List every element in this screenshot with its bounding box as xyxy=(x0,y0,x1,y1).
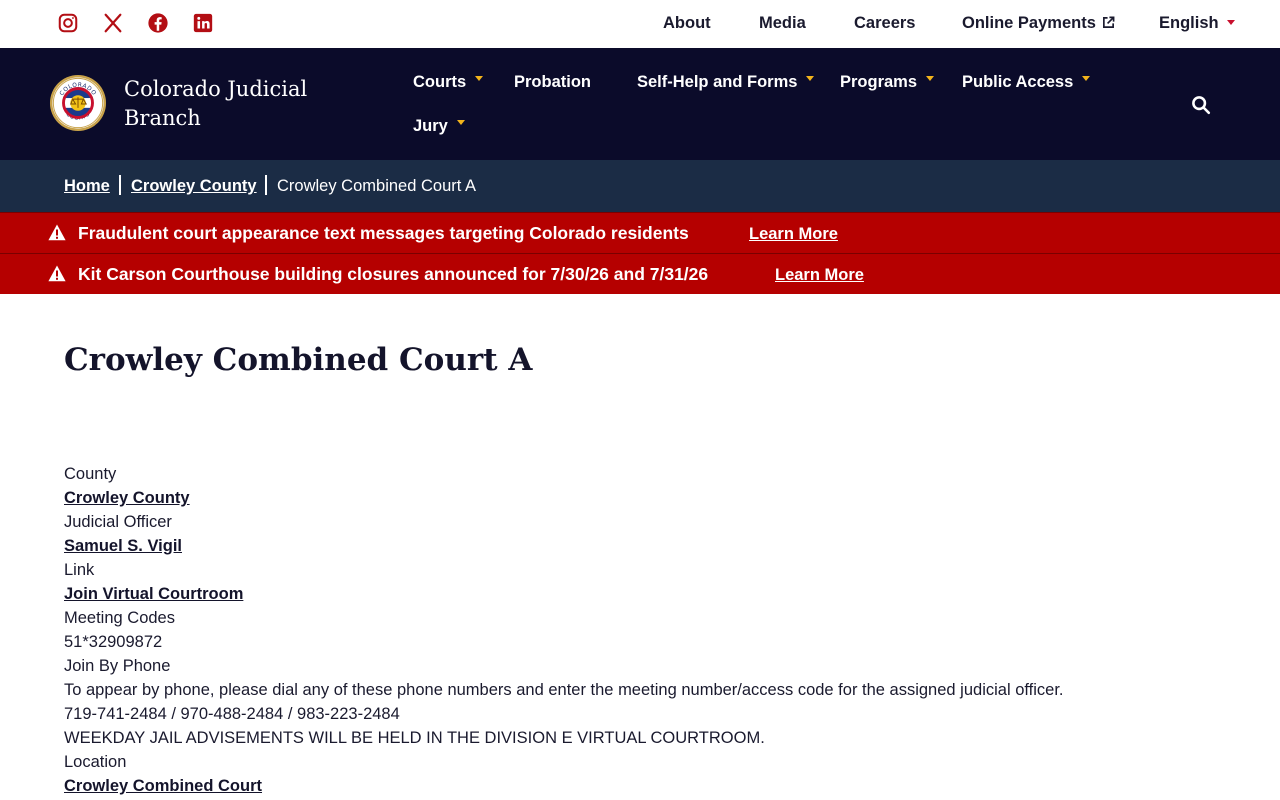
online-payments-link[interactable]: Online Payments xyxy=(962,14,1115,33)
alert-learn-more-link[interactable]: Learn More xyxy=(775,266,864,285)
language-selector[interactable]: English xyxy=(1159,14,1235,33)
county-link[interactable]: Crowley County xyxy=(64,486,1244,510)
nav-courts[interactable]: Courts xyxy=(413,73,484,92)
chevron-down-icon xyxy=(1082,76,1091,81)
breadcrumb-current: Crowley Combined Court A xyxy=(277,177,476,195)
linkedin-icon[interactable] xyxy=(192,12,214,34)
about-link[interactable]: About xyxy=(663,14,711,33)
meeting-codes-label: Meeting Codes xyxy=(64,609,175,627)
nav-jury-label: Jury xyxy=(413,117,448,135)
phone-instructions: To appear by phone, please dial any of t… xyxy=(64,681,1064,699)
warning-icon xyxy=(48,224,66,241)
instagram-icon[interactable] xyxy=(57,12,79,34)
alert-learn-more-link[interactable]: Learn More xyxy=(749,225,838,244)
chevron-down-icon xyxy=(806,76,815,81)
nav-self-help-label: Self-Help and Forms xyxy=(637,73,798,91)
nav-public-access[interactable]: Public Access xyxy=(962,73,1091,92)
advisement-note: WEEKDAY JAIL ADVISEMENTS WILL BE HELD IN… xyxy=(64,729,765,747)
breadcrumb-separator xyxy=(119,175,121,195)
join-by-phone-label: Join By Phone xyxy=(64,657,171,675)
media-link[interactable]: Media xyxy=(759,14,806,33)
nav-programs-label: Programs xyxy=(840,73,918,91)
page-title: Crowley Combined Court A xyxy=(64,342,533,378)
colorado-courts-seal-logo[interactable]: COLORADO COURTS xyxy=(49,74,107,132)
nav-jury[interactable]: Jury xyxy=(413,117,465,136)
breadcrumb: Home Crowley County Crowley Combined Cou… xyxy=(0,160,1280,212)
site-title[interactable]: Colorado Judicial Branch xyxy=(124,75,354,133)
nav-probation-label: Probation xyxy=(514,73,591,91)
chevron-down-icon xyxy=(475,76,484,81)
location-link[interactable]: Crowley Combined Court xyxy=(64,774,1244,798)
breadcrumb-home[interactable]: Home xyxy=(64,177,110,196)
judicial-officer-label: Judicial Officer xyxy=(64,513,172,531)
facebook-icon[interactable] xyxy=(147,12,169,34)
county-label: County xyxy=(64,465,117,483)
careers-link[interactable]: Careers xyxy=(854,14,915,33)
nav-public-access-label: Public Access xyxy=(962,73,1074,91)
external-link-icon xyxy=(1102,16,1115,29)
judicial-officer-link[interactable]: Samuel S. Vigil xyxy=(64,534,1244,558)
chevron-down-icon xyxy=(1226,20,1235,25)
x-icon[interactable] xyxy=(102,12,124,34)
breadcrumb-separator xyxy=(265,175,267,195)
alert-banner: Fraudulent court appearance text message… xyxy=(0,212,1280,253)
chevron-down-icon xyxy=(456,120,465,125)
court-details: County Crowley County Judicial Officer S… xyxy=(64,462,1244,798)
phone-numbers: 719-741-2484 / 970-488-2484 / 983-223-24… xyxy=(64,705,400,723)
site-header: COLORADO COURTS Colorado Judicial Branch… xyxy=(0,48,1280,160)
join-virtual-courtroom-link[interactable]: Join Virtual Courtroom xyxy=(64,582,1244,606)
breadcrumb-county[interactable]: Crowley County xyxy=(131,177,257,196)
utility-bar: About Media Careers Online Payments Engl… xyxy=(0,0,1280,48)
warning-icon xyxy=(48,265,66,282)
online-payments-label: Online Payments xyxy=(962,14,1096,32)
alert-message: Fraudulent court appearance text message… xyxy=(78,223,689,243)
chevron-down-icon xyxy=(926,76,935,81)
search-icon[interactable] xyxy=(1190,94,1212,116)
link-label: Link xyxy=(64,561,95,579)
nav-probation[interactable]: Probation xyxy=(514,73,591,92)
language-label: English xyxy=(1159,14,1219,32)
nav-courts-label: Courts xyxy=(413,73,467,91)
meeting-code-value: 51*32909872 xyxy=(64,633,163,651)
location-label: Location xyxy=(64,753,127,771)
nav-programs[interactable]: Programs xyxy=(840,73,935,92)
nav-self-help-and-forms[interactable]: Self-Help and Forms xyxy=(637,73,815,92)
alert-message: Kit Carson Courthouse building closures … xyxy=(78,264,709,284)
alert-banner: Kit Carson Courthouse building closures … xyxy=(0,253,1280,294)
